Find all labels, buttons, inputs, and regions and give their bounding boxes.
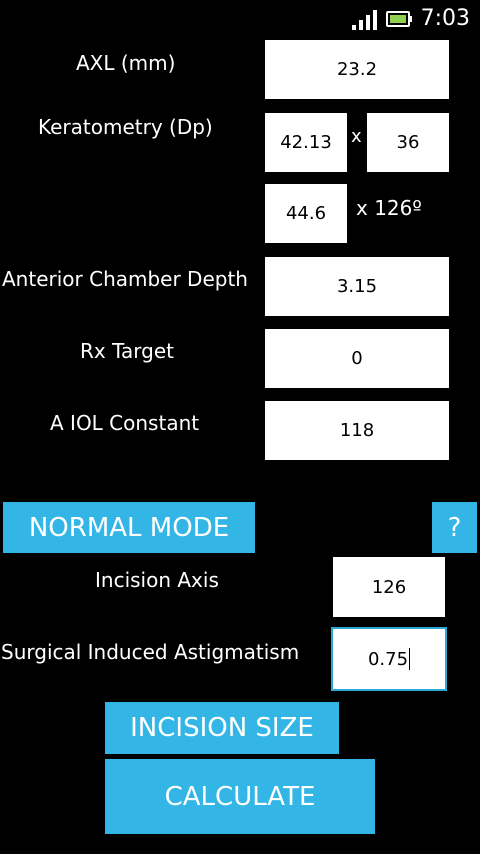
- axl-label: AXL (mm): [76, 51, 176, 75]
- rx-target-field[interactable]: 0: [263, 327, 451, 390]
- incision-axis-field[interactable]: 126: [331, 555, 447, 619]
- signal-icon: [352, 10, 377, 30]
- sia-label: Surgical Induced Astigmatism: [1, 640, 300, 664]
- k1-x-label: x: [351, 126, 362, 147]
- rx-target-value: 0: [351, 348, 363, 369]
- sia-field[interactable]: 0.75: [331, 627, 447, 691]
- k1-value: 42.13: [280, 132, 332, 153]
- a-constant-label: A IOL Constant: [50, 411, 200, 435]
- text-cursor: [409, 648, 411, 670]
- help-icon: ?: [447, 512, 462, 543]
- a-constant-value: 118: [339, 420, 375, 441]
- calculate-button[interactable]: CALCULATE: [105, 759, 375, 834]
- axl-value: 23.2: [336, 59, 378, 80]
- a-constant-field[interactable]: 118: [263, 399, 451, 462]
- incision-axis-label: Incision Axis: [95, 568, 219, 592]
- status-time: 7:03: [420, 6, 470, 31]
- incision-size-button[interactable]: INCISION SIZE: [105, 702, 339, 754]
- incision-size-label: INCISION SIZE: [130, 713, 314, 743]
- status-bar: 7:03: [0, 0, 480, 38]
- acd-value: 3.15: [336, 276, 378, 297]
- k2-value: 44.6: [285, 203, 327, 224]
- normal-mode-label: NORMAL MODE: [28, 512, 230, 543]
- acd-label: Anterior Chamber Depth: [2, 267, 248, 291]
- k1-axis-value: 36: [396, 132, 420, 153]
- k1-axis-field[interactable]: 36: [365, 111, 451, 174]
- battery-icon: [386, 11, 412, 27]
- help-button[interactable]: ?: [432, 502, 477, 553]
- k1-field[interactable]: 42.13: [263, 111, 349, 174]
- incision-axis-value: 126: [371, 576, 407, 598]
- k2-field[interactable]: 44.6: [263, 182, 349, 245]
- k2-axis-label: x 126º: [356, 196, 422, 220]
- axl-field[interactable]: 23.2: [263, 38, 451, 101]
- acd-field[interactable]: 3.15: [263, 255, 451, 318]
- sia-value: 0.75: [367, 648, 409, 670]
- calculate-label: CALCULATE: [164, 781, 316, 812]
- normal-mode-button[interactable]: NORMAL MODE: [3, 502, 255, 553]
- keratometry-label: Keratometry (Dp): [38, 115, 213, 139]
- rx-target-label: Rx Target: [80, 339, 174, 363]
